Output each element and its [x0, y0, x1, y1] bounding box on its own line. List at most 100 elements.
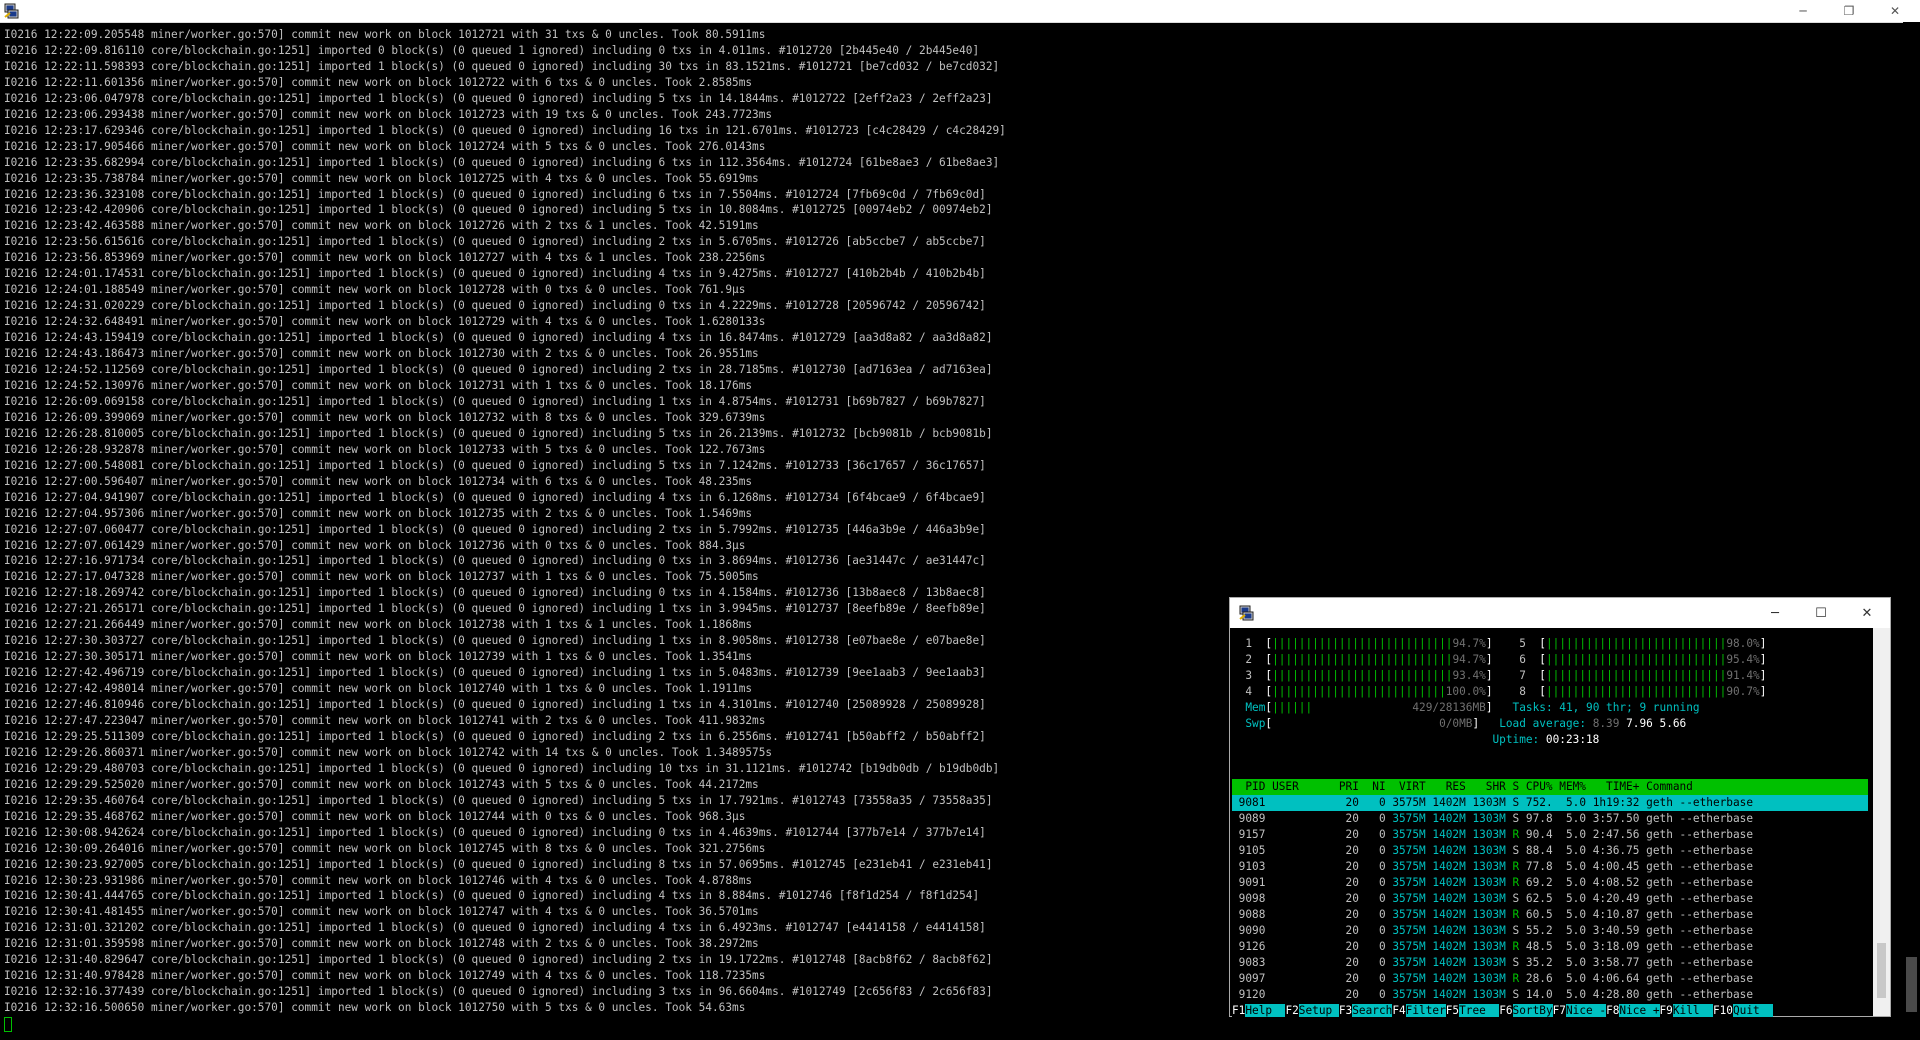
htop-maximize-button[interactable]: ☐ — [1798, 598, 1844, 628]
ni: 0 — [1365, 923, 1393, 937]
terminal-scrollbar[interactable] — [1903, 22, 1920, 1040]
fkey-f8[interactable]: F8Nice + — [1606, 1003, 1660, 1017]
cpu-meter-bracket: ] — [1485, 684, 1493, 698]
log-line: I0216 12:31:40.978428 miner/worker.go:57… — [4, 969, 766, 983]
fkey-label: Setup — [1298, 1003, 1339, 1017]
virt: 3575M — [1392, 987, 1433, 1001]
log-line: I0216 12:27:30.303727 core/blockchain.go… — [4, 634, 986, 648]
cpu-meter-bracket: [ — [1539, 637, 1546, 650]
fkey-f1[interactable]: F1Help — [1232, 1003, 1286, 1017]
fkey-label: Filter — [1405, 1003, 1446, 1017]
fkey-f9[interactable]: F9Kill — [1659, 1003, 1713, 1017]
pri: 20 — [1338, 923, 1366, 937]
log-line: I0216 12:31:01.321202 core/blockchain.go… — [4, 921, 986, 935]
log-line: I0216 12:27:04.941907 core/blockchain.go… — [4, 490, 986, 504]
log-line: I0216 12:31:40.829647 core/blockchain.go… — [4, 953, 993, 967]
log-line: I0216 12:23:17.905466 miner/worker.go:57… — [4, 139, 766, 153]
res: 1402M — [1432, 923, 1473, 937]
log-line: I0216 12:24:43.159419 core/blockchain.go… — [4, 331, 993, 345]
process-table-header: PID USER PRI NI VIRT RES SHR S CPU% MEM%… — [1232, 779, 1868, 796]
minimize-button[interactable]: ─ — [1780, 0, 1826, 22]
pri: 20 — [1338, 844, 1366, 858]
log-line: I0216 12:30:23.927005 core/blockchain.go… — [4, 857, 993, 871]
fkey-f2[interactable]: F2Setup — [1285, 1003, 1339, 1017]
fkey-f6[interactable]: F6SortBy — [1499, 1003, 1553, 1017]
fkey-f4[interactable]: F4Filter — [1392, 1003, 1446, 1017]
cpu-meter-row: 2 [|||||||||||||||||||||||||||94.7%] 6 [… — [1232, 652, 1868, 668]
htop-titlebar: ─ ☐ ✕ — [1230, 598, 1890, 628]
process-row[interactable]: 9105 20 0 3575M 1402M 1303M S 88.4 5.0 4… — [1232, 843, 1868, 859]
cpu-meter-bars: ||||||||||||||||||||||||||| — [1545, 652, 1727, 666]
command: geth --etherbase — [1646, 939, 1787, 953]
process-row[interactable]: 9097 20 0 3575M 1402M 1303M R 28.6 5.0 4… — [1232, 971, 1868, 987]
log-line: I0216 12:24:52.112569 core/blockchain.go… — [4, 363, 993, 377]
terminal-output[interactable]: I0216 12:22:09.205548 miner/worker.go:57… — [4, 27, 1244, 1032]
process-row[interactable]: 9098 20 0 3575M 1402M 1303M S 62.5 5.0 4… — [1232, 891, 1868, 907]
process-row[interactable]: 9103 20 0 3575M 1402M 1303M R 77.8 5.0 4… — [1232, 859, 1868, 875]
mem-label: Mem — [1232, 700, 1266, 714]
virt: 3575M — [1392, 939, 1433, 953]
log-line: I0216 12:30:09.264016 miner/worker.go:57… — [4, 841, 766, 855]
tasks-label: Tasks: 41, 90 thr; 9 running — [1492, 700, 1700, 714]
cpu-meter-6: 6 [|||||||||||||||||||||||||||95.4%] — [1492, 652, 1767, 666]
cpu-meter-bars: ||||||||||||||||||||||||||| — [1545, 668, 1727, 682]
process-row[interactable]: 9088 20 0 3575M 1402M 1303M R 60.5 5.0 4… — [1232, 907, 1868, 923]
virt: 3575M — [1392, 971, 1433, 985]
process-row[interactable]: 9091 20 0 3575M 1402M 1303M R 69.2 5.0 4… — [1232, 875, 1868, 891]
ni: 0 — [1365, 796, 1393, 810]
htop-scrollbar-thumb[interactable] — [1877, 943, 1886, 998]
htop-screen[interactable]: 1 [|||||||||||||||||||||||||||94.7%] 5 [… — [1232, 636, 1868, 1017]
state: R — [1512, 860, 1526, 874]
cpu-meter-4: 4 [||||||||||||||||||||||||||100.0%] — [1232, 684, 1493, 698]
prompt-line[interactable] — [4, 1016, 1244, 1032]
shr: 1303M — [1472, 860, 1513, 874]
command: geth --etherbase — [1646, 876, 1787, 890]
log-line: I0216 12:27:30.305171 miner/worker.go:57… — [4, 650, 753, 664]
uptime-value: 00:23:18 — [1545, 732, 1600, 746]
state: R — [1512, 939, 1526, 953]
log-line: I0216 12:26:09.069158 core/blockchain.go… — [4, 394, 986, 408]
cpu-meter-bracket: ] — [1759, 637, 1767, 650]
res: 1402M — [1432, 812, 1473, 826]
virt: 3575M — [1392, 955, 1433, 969]
pri: 20 — [1338, 971, 1366, 985]
log-line: I0216 12:27:18.269742 core/blockchain.go… — [4, 586, 986, 600]
scrollbar-thumb[interactable] — [1906, 957, 1917, 1012]
maximize-button[interactable]: ❐ — [1826, 0, 1872, 22]
htop-minimize-button[interactable]: ─ — [1752, 598, 1798, 628]
process-row[interactable]: 9089 20 0 3575M 1402M 1303M S 97.8 5.0 3… — [1232, 811, 1868, 827]
htop-scrollbar[interactable] — [1873, 628, 1890, 1016]
fkey-f10[interactable]: F10Quit — [1712, 1003, 1774, 1017]
log-line: I0216 12:27:47.223047 miner/worker.go:57… — [4, 713, 766, 727]
close-button[interactable]: ✕ — [1872, 0, 1918, 22]
cpu: 28.6 — [1525, 971, 1560, 985]
log-line: I0216 12:27:00.548081 core/blockchain.go… — [4, 458, 986, 472]
fkey-f3[interactable]: F3Search — [1338, 1003, 1393, 1017]
mem: 5.0 — [1559, 844, 1593, 858]
fkey-key: F1 — [1232, 1003, 1246, 1017]
mem: 5.0 — [1559, 939, 1593, 953]
log-line: I0216 12:22:09.816110 core/blockchain.go… — [4, 43, 980, 57]
process-row[interactable]: 9126 20 0 3575M 1402M 1303M R 48.5 5.0 3… — [1232, 939, 1868, 955]
fkey-f5[interactable]: F5Tree — [1445, 1003, 1500, 1017]
pri: 20 — [1338, 860, 1366, 874]
load1: 8.39 — [1592, 716, 1627, 730]
pri: 20 — [1338, 828, 1366, 842]
htop-window[interactable]: ─ ☐ ✕ 1 [|||||||||||||||||||||||||||94.7… — [1229, 597, 1891, 1017]
process-row[interactable]: 9120 20 0 3575M 1402M 1303M S 14.0 5.0 4… — [1232, 987, 1868, 1003]
process-row[interactable]: 9090 20 0 3575M 1402M 1303M S 55.2 5.0 3… — [1232, 923, 1868, 939]
ni: 0 — [1365, 844, 1393, 858]
fkey-f7[interactable]: F7Nice - — [1552, 1003, 1607, 1017]
mem: 5.0 — [1559, 812, 1593, 826]
log-line: I0216 12:23:17.629346 core/blockchain.go… — [4, 123, 1006, 137]
state: S — [1512, 812, 1526, 826]
process-row[interactable]: 9081 20 0 3575M 1402M 1303M S 752. 5.0 1… — [1232, 795, 1868, 812]
htop-close-button[interactable]: ✕ — [1844, 598, 1890, 628]
fkey-key: F8 — [1606, 1003, 1620, 1017]
putty-icon — [1239, 605, 1254, 621]
mem: 5.0 — [1559, 860, 1593, 874]
process-row[interactable]: 9083 20 0 3575M 1402M 1303M S 35.2 5.0 3… — [1232, 955, 1868, 971]
process-row[interactable]: 9157 20 0 3575M 1402M 1303M R 90.4 5.0 2… — [1232, 827, 1868, 843]
fkey-label: Nice - — [1565, 1003, 1607, 1017]
log-line: I0216 12:27:07.061429 miner/worker.go:57… — [4, 538, 746, 552]
